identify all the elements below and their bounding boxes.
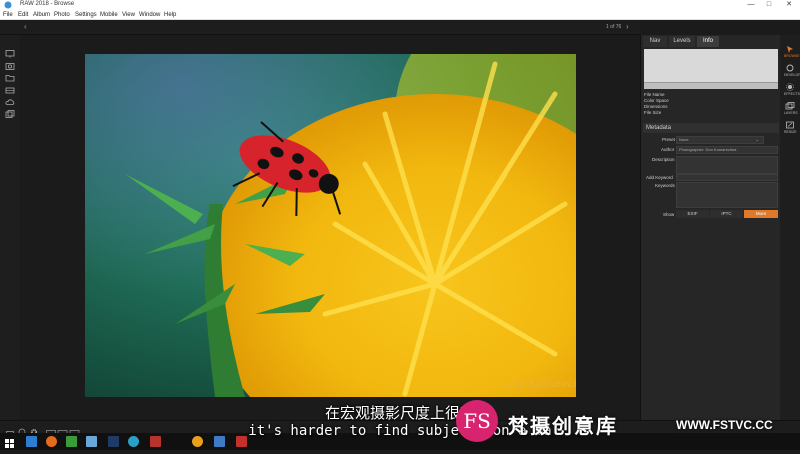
info-file-size: File Size <box>644 110 662 115</box>
menu-view[interactable]: View <box>122 12 135 18</box>
right-panel: Nav Levels Info File Name Color Space Di… <box>640 35 780 420</box>
author-field[interactable]: Photographer: Don Komarechka <box>676 146 778 154</box>
browse-icon <box>787 46 793 53</box>
monitor-icon[interactable] <box>5 45 15 58</box>
show-label: Show <box>663 212 675 217</box>
menu-settings[interactable]: Settings <box>75 12 97 18</box>
window-titlebar: RAW 2018 - Browse — □ ✕ <box>0 0 800 10</box>
photo-signature: Don Komarechka <box>504 379 576 390</box>
window-title: RAW 2018 - Browse <box>20 1 75 7</box>
watermark-logo: FS <box>456 400 498 442</box>
keywords-field[interactable] <box>676 182 778 208</box>
histogram-strip <box>644 82 778 89</box>
module-layers-label: LAYERS <box>784 111 798 115</box>
menu-photo[interactable]: Photo <box>54 12 70 18</box>
module-browse[interactable]: BROWSE <box>784 45 800 58</box>
module-effects-label: EFFECTS <box>784 92 800 96</box>
menu-file[interactable]: File <box>3 12 13 18</box>
metadata-header[interactable]: Metadata <box>643 123 779 133</box>
info-dimensions: Dimensions <box>644 104 668 109</box>
menu-help[interactable]: Help <box>164 12 176 18</box>
next-arrow-icon[interactable]: › <box>626 22 629 31</box>
prev-arrow-icon[interactable]: ‹ <box>24 22 27 31</box>
watermark-url: WWW.FSTVC.CC <box>676 418 773 432</box>
menu-window[interactable]: Window <box>139 12 160 18</box>
keywords-label: Keywords <box>655 183 675 188</box>
module-develop-label: DEVELOP <box>784 73 800 77</box>
module-strip: BROWSE DEVELOP EFFECTS LAYERS RESIZE <box>780 35 800 420</box>
effects-icon <box>786 83 794 91</box>
info-file-name: File Name <box>644 92 665 97</box>
menu-mobile[interactable]: Mobile <box>100 12 118 18</box>
layers-icon <box>785 102 795 110</box>
module-browse-label: BROWSE <box>784 54 800 58</box>
cloud-icon[interactable] <box>5 93 15 105</box>
folder-icon[interactable] <box>5 69 15 82</box>
tab-info[interactable]: Info <box>697 36 719 47</box>
module-resize[interactable]: RESIZE <box>784 121 797 134</box>
more-button[interactable]: More <box>744 210 778 218</box>
tab-levels[interactable]: Levels <box>669 36 695 47</box>
app-icon <box>4 1 12 9</box>
develop-icon <box>786 64 794 72</box>
module-develop[interactable]: DEVELOP <box>784 64 800 77</box>
menu-edit[interactable]: Edit <box>18 12 28 18</box>
module-layers[interactable]: LAYERS <box>784 102 798 115</box>
close-button[interactable]: ✕ <box>782 0 796 10</box>
maximize-button[interactable]: □ <box>762 0 776 10</box>
description-field[interactable] <box>676 156 778 174</box>
author-label: Author <box>661 147 675 152</box>
tab-nav[interactable]: Nav <box>643 36 667 47</box>
photo-preview[interactable]: Don Komarechka <box>85 54 576 397</box>
module-effects[interactable]: EFFECTS <box>784 83 800 96</box>
camera-icon[interactable] <box>5 57 15 70</box>
module-resize-label: RESIZE <box>784 130 797 134</box>
page-counter: 1 of 76 <box>606 24 622 30</box>
left-toolbar <box>0 35 20 420</box>
resize-icon <box>786 121 794 129</box>
exif-button[interactable]: EXIF <box>676 210 709 218</box>
preset-label: Preset <box>662 137 676 142</box>
albums-icon[interactable] <box>5 105 15 118</box>
watermark-brand: 梵摄创意库 <box>508 416 618 438</box>
browse-toolbar: ‹ 1 of 76 › <box>0 20 640 35</box>
add-keyword-field[interactable] <box>676 174 778 181</box>
info-color-space: Color Space <box>644 98 669 103</box>
menu-album[interactable]: Album <box>33 12 50 18</box>
iptc-button[interactable]: IPTC <box>710 210 743 218</box>
preset-dropdown[interactable]: None ⌄ <box>676 136 764 144</box>
chevron-down-icon: ⌄ <box>755 137 759 142</box>
minimize-button[interactable]: — <box>744 0 758 10</box>
add-keyword-label: Add Keyword <box>646 175 673 180</box>
preset-value: None <box>679 137 689 142</box>
drive-icon[interactable] <box>5 81 15 94</box>
description-label: Description <box>652 157 675 162</box>
menu-bar: File Edit Album Photo Settings Mobile Vi… <box>0 10 800 20</box>
